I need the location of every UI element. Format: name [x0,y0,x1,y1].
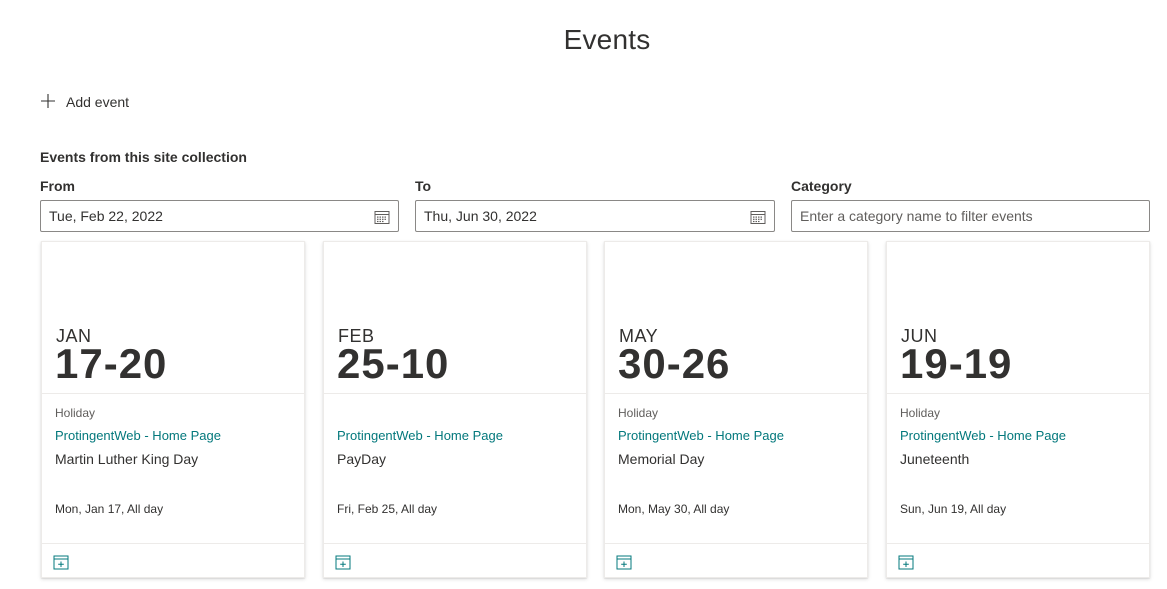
card-divider [605,393,867,394]
from-date-field[interactable]: Tue, Feb 22, 2022 [40,200,399,232]
calendar-icon[interactable] [374,209,390,225]
add-to-calendar-icon[interactable] [898,554,914,570]
event-card[interactable]: FEB 25-10 ProtingentWeb - Home Page PayD… [323,241,587,578]
event-title: Martin Luther King Day [55,451,199,467]
category-placeholder: Enter a category name to filter events [800,208,1033,224]
card-divider [324,393,586,394]
page-title: Events [563,24,651,55]
event-days: 25-10 [337,340,450,387]
event-site-link[interactable]: ProtingentWeb - Home Page [337,428,503,443]
event-date: Sun, Jun 19, All day [900,502,1007,516]
add-to-calendar-icon[interactable] [616,554,632,570]
add-event-label: Add event [66,94,130,110]
event-site-link[interactable]: ProtingentWeb - Home Page [618,428,784,443]
event-site-link[interactable]: ProtingentWeb - Home Page [900,428,1066,443]
events-page: Events Add event Events from this site c… [0,0,1167,589]
from-label: From [40,178,75,194]
card-divider [887,543,1149,544]
calendar-icon[interactable] [750,209,766,225]
event-date: Mon, Jan 17, All day [55,502,164,516]
card-divider [324,543,586,544]
card-divider [42,393,304,394]
event-card[interactable]: JUN 19-19 Holiday ProtingentWeb - Home P… [886,241,1150,578]
event-title: PayDay [337,451,387,467]
card-divider [605,543,867,544]
section-label: Events from this site collection [40,149,247,165]
event-days: 19-19 [900,340,1013,387]
event-card[interactable]: MAY 30-26 Holiday ProtingentWeb - Home P… [604,241,868,578]
event-category: Holiday [618,406,659,420]
to-date-field[interactable]: Thu, Jun 30, 2022 [415,200,775,232]
event-title: Juneteenth [900,451,970,467]
add-to-calendar-icon[interactable] [335,554,351,570]
to-label: To [415,178,432,194]
card-divider [42,543,304,544]
event-date: Fri, Feb 25, All day [337,502,438,516]
event-title: Memorial Day [618,451,705,467]
event-category: Holiday [55,406,96,420]
add-to-calendar-icon[interactable] [53,554,69,570]
category-label: Category [791,178,852,194]
event-date: Mon, May 30, All day [618,502,730,516]
event-site-link[interactable]: ProtingentWeb - Home Page [55,428,221,443]
from-date-value: Tue, Feb 22, 2022 [49,208,163,224]
card-divider [887,393,1149,394]
event-days: 30-26 [618,340,731,387]
event-days: 17-20 [55,340,168,387]
event-card[interactable]: JAN 17-20 Holiday ProtingentWeb - Home P… [41,241,305,578]
event-category: Holiday [900,406,941,420]
add-event-button[interactable]: Add event [40,92,129,112]
to-date-value: Thu, Jun 30, 2022 [424,208,537,224]
plus-icon [40,93,56,112]
category-filter-input[interactable]: Enter a category name to filter events [791,200,1150,232]
